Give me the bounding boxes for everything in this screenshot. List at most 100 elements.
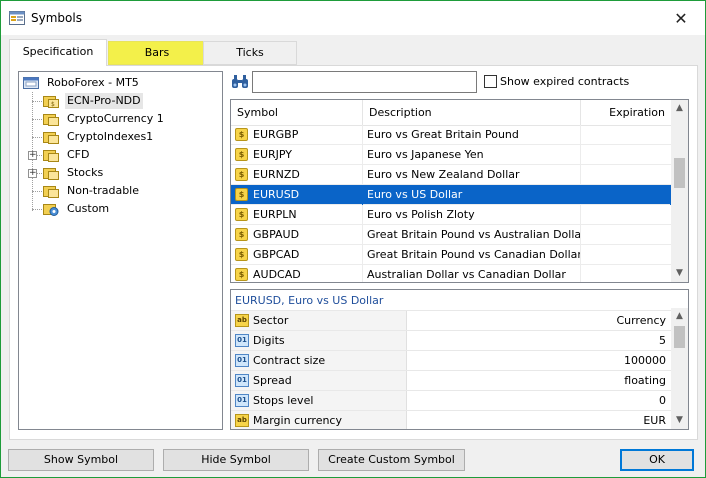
- folder-symbols-icon: $: [43, 96, 59, 108]
- property-row[interactable]: ab Sector Currency: [231, 310, 671, 331]
- property-name: Spread: [253, 374, 292, 387]
- property-row[interactable]: ab Margin currency EUR: [231, 410, 671, 429]
- tree-item-label: Stocks: [67, 166, 104, 179]
- server-icon: [23, 77, 39, 89]
- tree-item-label: CryptoIndexes1: [67, 130, 154, 143]
- symbols-table-header: Symbol Description Expiration: [231, 100, 671, 126]
- description-cell: Australian Dollar vs Canadian Dollar: [367, 268, 566, 281]
- currency-symbol-icon: $: [235, 248, 248, 261]
- property-row[interactable]: 01 Spread floating: [231, 370, 671, 391]
- table-row[interactable]: $ EURNZD Euro vs New Zealand Dollar: [231, 165, 671, 185]
- scroll-up-icon[interactable]: ▲: [671, 308, 688, 325]
- binoculars-icon[interactable]: [231, 74, 249, 90]
- svg-text:$: $: [51, 101, 55, 108]
- table-row[interactable]: $ AUDCAD Australian Dollar vs Canadian Do…: [231, 265, 671, 282]
- symbol-cell: EURJPY: [253, 148, 292, 161]
- show-expired-label: Show expired contracts: [500, 75, 630, 88]
- property-value: 100000: [624, 354, 666, 367]
- description-cell: Great Britain Pound vs Canadian Dollar: [367, 248, 581, 261]
- text-property-icon: ab: [235, 314, 249, 327]
- property-row[interactable]: 01 Contract size 100000: [231, 350, 671, 371]
- currency-symbol-icon: $: [235, 268, 248, 281]
- symbol-search-input[interactable]: [252, 71, 477, 93]
- symbols-dialog: Symbols ✕ Specification Bars Ticks RoboF…: [0, 0, 706, 478]
- table-row[interactable]: $ GBPCAD Great Britain Pound vs Canadian …: [231, 245, 671, 265]
- scrollbar-thumb[interactable]: [674, 158, 685, 188]
- table-row[interactable]: $ EURGBP Euro vs Great Britain Pound: [231, 125, 671, 145]
- description-cell: Great Britain Pound vs Australian Dollar: [367, 228, 581, 241]
- show-expired-checkbox[interactable]: [484, 75, 497, 88]
- symbol-cell: AUDCAD: [253, 268, 301, 281]
- table-row-selected[interactable]: $ EURUSD Euro vs US Dollar: [231, 185, 671, 205]
- symbols-app-icon: [9, 11, 25, 25]
- column-header-description[interactable]: Description: [363, 100, 581, 126]
- currency-symbol-icon: $: [235, 168, 248, 181]
- tab-bars[interactable]: Bars: [108, 41, 206, 65]
- folder-symbols-icon: [43, 132, 59, 144]
- symbols-table[interactable]: Symbol Description Expiration $ EURGBP Eu…: [230, 99, 689, 283]
- folder-symbols-icon: [43, 114, 59, 126]
- tree-item-label: CFD: [67, 148, 90, 161]
- symbols-scrollbar[interactable]: ▲ ▼: [671, 100, 688, 282]
- property-value: EUR: [643, 414, 666, 427]
- property-value: floating: [624, 374, 666, 387]
- scrollbar-thumb[interactable]: [674, 326, 685, 348]
- close-button[interactable]: ✕: [663, 4, 699, 32]
- ok-button[interactable]: OK: [620, 449, 694, 471]
- property-row[interactable]: 01 Stops level 0: [231, 390, 671, 411]
- properties-caption: EURUSD, Euro vs US Dollar: [235, 294, 384, 307]
- scroll-up-icon[interactable]: ▲: [671, 100, 688, 117]
- title-bar: Symbols ✕: [1, 1, 705, 35]
- create-custom-symbol-button[interactable]: Create Custom Symbol: [318, 449, 465, 471]
- folder-symbols-icon: [43, 168, 59, 180]
- numeric-property-icon: 01: [235, 394, 249, 407]
- property-row[interactable]: 01 Digits 5: [231, 330, 671, 351]
- folder-symbols-icon: [43, 150, 59, 162]
- tab-specification[interactable]: Specification: [9, 39, 107, 66]
- tree-root-label: RoboForex - MT5: [47, 76, 139, 89]
- window-title: Symbols: [31, 11, 82, 25]
- column-header-expiration[interactable]: Expiration: [581, 100, 671, 126]
- description-cell: Euro vs Japanese Yen: [367, 148, 484, 161]
- table-row[interactable]: $ EURPLN Euro vs Polish Zloty: [231, 205, 671, 225]
- folder-custom-icon: [43, 204, 59, 216]
- close-icon: ✕: [674, 8, 688, 28]
- numeric-property-icon: 01: [235, 334, 249, 347]
- symbol-cell: EURPLN: [253, 208, 297, 221]
- expand-stocks-button[interactable]: +: [28, 169, 37, 178]
- table-row[interactable]: $ EURJPY Euro vs Japanese Yen: [231, 145, 671, 165]
- property-value: Currency: [616, 314, 666, 327]
- properties-scrollbar[interactable]: ▲ ▼: [671, 308, 688, 429]
- tree-item-label: Non-tradable: [67, 184, 140, 197]
- expand-cfd-button[interactable]: +: [28, 151, 37, 160]
- scroll-down-icon[interactable]: ▼: [671, 412, 688, 429]
- symbol-cell: GBPAUD: [253, 228, 300, 241]
- symbol-cell: EURUSD: [253, 188, 300, 201]
- symbol-cell: EURGBP: [253, 128, 299, 141]
- symbol-groups-tree[interactable]: RoboForex - MT5 $ ECN-Pro-NDD CryptoCurr…: [18, 71, 223, 430]
- folder-symbols-icon: [43, 186, 59, 198]
- hide-symbol-button[interactable]: Hide Symbol: [163, 449, 309, 471]
- property-name: Contract size: [253, 354, 326, 367]
- currency-symbol-icon: $: [235, 128, 248, 141]
- currency-symbol-icon: $: [235, 148, 248, 161]
- tree-item-label: Custom: [67, 202, 110, 215]
- text-property-icon: ab: [235, 414, 249, 427]
- table-row[interactable]: $ GBPAUD Great Britain Pound vs Australia…: [231, 225, 671, 245]
- show-symbol-button[interactable]: Show Symbol: [8, 449, 154, 471]
- symbol-cell: GBPCAD: [253, 248, 300, 261]
- description-cell: Euro vs New Zealand Dollar: [367, 168, 520, 181]
- description-cell: Euro vs US Dollar: [367, 188, 463, 201]
- tab-ticks[interactable]: Ticks: [203, 41, 297, 65]
- property-name: Stops level: [253, 394, 314, 407]
- property-value: 5: [659, 334, 666, 347]
- property-name: Digits: [253, 334, 285, 347]
- numeric-property-icon: 01: [235, 354, 249, 367]
- property-name: Sector: [253, 314, 289, 327]
- scroll-down-icon[interactable]: ▼: [671, 265, 688, 282]
- tree-item-label: ECN-Pro-NDD: [65, 93, 143, 109]
- symbol-properties-panel[interactable]: EURUSD, Euro vs US Dollar ab Sector Curre…: [230, 289, 689, 430]
- column-header-symbol[interactable]: Symbol: [231, 100, 363, 126]
- description-cell: Euro vs Polish Zloty: [367, 208, 475, 221]
- property-name: Margin currency: [253, 414, 342, 427]
